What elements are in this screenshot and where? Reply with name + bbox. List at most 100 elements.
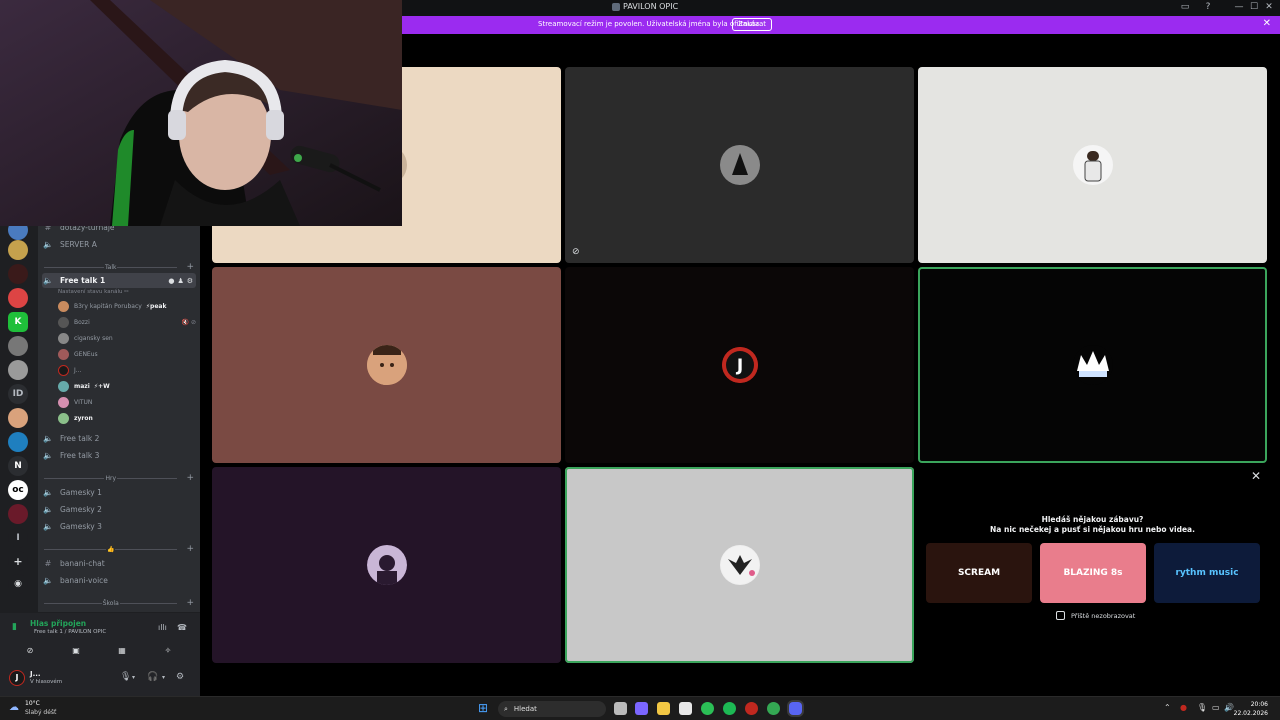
spotify-icon[interactable] (723, 702, 736, 715)
volume-icon[interactable]: 🔊 (1224, 703, 1234, 712)
voice-user[interactable]: cigansky sen (58, 331, 196, 345)
noise-suppression-icon[interactable]: ıllı (158, 623, 167, 632)
user-name[interactable]: J... (30, 670, 41, 678)
weather-temperature[interactable]: 10°C (25, 700, 40, 707)
channel-gamesky-1[interactable]: 🔈 Gamesky 1 (42, 485, 196, 500)
dont-show-again-checkbox[interactable]: Příště nezobrazovat (1056, 611, 1135, 620)
voice-user[interactable]: B3ry kapitán Porubacy ⚡peak (58, 299, 196, 313)
headphones-icon[interactable]: 🎧 (147, 672, 158, 682)
banner-close-icon[interactable]: ✕ (1263, 18, 1271, 29)
chevron-down-icon[interactable]: ▾ (132, 674, 135, 681)
game-card-rythm[interactable]: rythm music (1154, 543, 1260, 603)
close-icon[interactable]: ✕ (1251, 469, 1261, 483)
voice-user[interactable]: Bozzi 🔇 ⊘ (58, 315, 196, 329)
camera-off-button[interactable]: ⊘ (10, 642, 50, 658)
server-icon[interactable] (8, 432, 28, 452)
add-channel-icon[interactable]: + (186, 598, 194, 608)
maximize-button[interactable]: ☐ (1247, 2, 1261, 12)
minimize-button[interactable]: — (1232, 2, 1246, 12)
voice-status-title[interactable]: Hlas připojen (30, 619, 86, 628)
app-icon[interactable] (745, 702, 758, 715)
voice-user[interactable]: VITUN (58, 395, 196, 409)
voice-user[interactable]: mazi ⚡+W (58, 379, 196, 393)
participant-tile[interactable] (918, 67, 1267, 263)
weather-icon[interactable]: ☁ (9, 702, 19, 713)
activities-button[interactable]: ▦ (102, 642, 142, 658)
task-view-icon[interactable] (614, 702, 627, 715)
server-icon[interactable] (8, 264, 28, 284)
channel-gamesky-2[interactable]: 🔈 Gamesky 2 (42, 502, 196, 517)
channel-free-talk-1[interactable]: 🔈 Free talk 1 ● ♟ ⚙ (42, 273, 196, 288)
channel-gamesky-3[interactable]: 🔈 Gamesky 3 (42, 519, 196, 534)
category-talk[interactable]: Talk + (44, 262, 194, 272)
server-icon[interactable]: K (8, 312, 28, 332)
participant-tile[interactable]: J (565, 267, 914, 463)
microphone-icon[interactable]: 🎙 (120, 672, 131, 682)
participant-tile[interactable]: ⊘ (565, 67, 914, 263)
channel-server-a[interactable]: 🔈 SERVER A (42, 237, 196, 252)
server-icon[interactable] (8, 240, 28, 260)
add-server-icon[interactable]: + (8, 551, 28, 571)
chat-icon[interactable]: ● (168, 277, 174, 285)
channel-banani-voice[interactable]: 🔈 banani-voice (42, 573, 196, 588)
settings-icon[interactable]: ⚙ (176, 672, 184, 682)
channel-free-talk-2[interactable]: 🔈 Free talk 2 (42, 431, 196, 446)
clock[interactable]: 20:06 22.02.2026 (1234, 700, 1268, 718)
voice-user[interactable]: J... (58, 363, 196, 377)
channel-free-talk-3[interactable]: 🔈 Free talk 3 (42, 448, 196, 463)
tray-app-icon[interactable]: ● (1180, 703, 1187, 712)
soundboard-button[interactable]: ✧ (148, 642, 188, 658)
voice-user[interactable]: GENEus (58, 347, 196, 361)
settings-icon[interactable]: ⚙ (187, 277, 193, 285)
participant-tile-speaking[interactable] (565, 467, 914, 663)
disconnect-icon[interactable]: ☎ (177, 623, 187, 632)
close-window-button[interactable]: ✕ (1262, 2, 1276, 12)
category-skola[interactable]: Škola + (44, 598, 194, 608)
weather-description[interactable]: Slabý déšť (25, 709, 56, 716)
signal-icon[interactable]: ▮ (12, 622, 17, 632)
share-screen-button[interactable]: ▣ (56, 642, 96, 658)
file-explorer-icon[interactable] (657, 702, 670, 715)
participant-tile[interactable] (212, 267, 561, 463)
disable-streamer-mode-button[interactable]: Zakázat (732, 18, 773, 31)
chrome-icon[interactable] (767, 702, 780, 715)
network-icon[interactable]: ▭ (1212, 703, 1220, 712)
channel-status-note[interactable]: Nastavení stavu kanálu ✏ (58, 289, 129, 295)
category-hry[interactable]: Hry + (44, 473, 194, 483)
discover-icon[interactable]: ◉ (8, 574, 28, 594)
category-banani[interactable]: 👍 + (44, 544, 194, 554)
discord-icon[interactable] (789, 702, 802, 715)
chevron-up-icon[interactable]: ⌃ (1164, 703, 1171, 712)
participant-tile-speaking[interactable] (918, 267, 1267, 463)
voice-channel-path[interactable]: Free talk 1 / PAVILON OPIC (34, 629, 106, 635)
server-icon[interactable]: oc (8, 480, 28, 500)
chrome-icon[interactable] (701, 702, 714, 715)
add-channel-icon[interactable]: + (186, 473, 194, 483)
server-icon[interactable]: ID (8, 384, 28, 404)
server-icon[interactable] (8, 360, 28, 380)
checkbox-icon[interactable] (1056, 611, 1065, 620)
add-channel-icon[interactable]: + (186, 544, 194, 554)
invite-icon[interactable]: ♟ (177, 277, 183, 285)
game-card-scream[interactable]: SCREAM (926, 543, 1032, 603)
participant-tile[interactable] (212, 467, 561, 663)
help-icon[interactable]: ? (1201, 2, 1215, 12)
store-icon[interactable] (679, 702, 692, 715)
voice-user[interactable]: zyron (58, 411, 196, 425)
server-icon[interactable]: I (8, 528, 28, 548)
server-icon[interactable] (8, 336, 28, 356)
server-icon[interactable] (8, 288, 28, 308)
microphone-icon[interactable]: 🎙 (1197, 703, 1207, 712)
server-icon[interactable] (8, 408, 28, 428)
chevron-down-icon[interactable]: ▾ (162, 674, 165, 681)
channel-banani-chat[interactable]: # banani-chat (42, 556, 196, 571)
taskbar-search[interactable]: ⌕ Hledat (498, 701, 606, 717)
avatar[interactable]: J (9, 670, 25, 686)
server-icon[interactable] (8, 504, 28, 524)
game-card-blazing-8s[interactable]: BLAZING 8s (1040, 543, 1146, 603)
add-channel-icon[interactable]: + (186, 262, 194, 272)
start-icon[interactable]: ⊞ (478, 701, 488, 715)
inbox-icon[interactable]: ▭ (1178, 2, 1192, 12)
server-icon[interactable]: N (8, 456, 28, 476)
copilot-icon[interactable] (635, 702, 648, 715)
